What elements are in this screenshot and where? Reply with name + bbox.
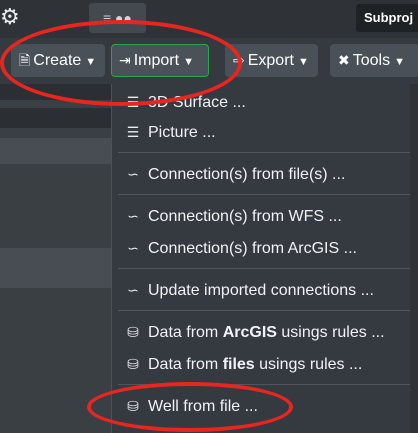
menu-item-label: Connection(s) from file(s) ...: [148, 166, 346, 183]
menu-item-label-bold: ArcGIS: [222, 324, 277, 341]
menu-divider: [118, 268, 410, 269]
left-panel: [0, 84, 111, 433]
scrollbar[interactable]: [410, 84, 418, 433]
menu-divider: [118, 194, 410, 195]
menu-item-label-bold: files: [222, 356, 255, 373]
panel-row: [0, 138, 111, 164]
database-icon: ⛁: [127, 398, 139, 414]
menu-item-connections-from-files[interactable]: ∽ Connection(s) from file(s) ...: [112, 159, 410, 189]
menu-item-label-suffix: usings rules ...: [254, 356, 363, 373]
caret-down-icon: ▼: [297, 56, 309, 68]
menu-divider: [118, 152, 410, 153]
caret-down-icon: ▼: [183, 56, 194, 68]
file-export-icon: ⇨: [233, 52, 245, 68]
tools-icon: ✖: [338, 52, 350, 68]
new-file-icon: 🗎: [19, 52, 31, 68]
create-button[interactable]: 🗎 Create ▼: [11, 44, 105, 77]
menu-item-label-suffix: usings rules ...: [276, 324, 385, 341]
connection-icon: ∽: [127, 240, 139, 256]
create-label: Create: [33, 52, 82, 69]
tools-label: Tools: [352, 52, 391, 69]
caret-down-icon: ▼: [85, 56, 97, 68]
menu-item-label: 3D Surface ...: [148, 94, 246, 111]
menu-item-label-prefix: Data from: [148, 324, 223, 341]
file-import-icon: ⇥: [119, 52, 131, 68]
connection-icon: ∽: [127, 282, 139, 298]
layers-icon: ☰: [126, 124, 140, 140]
panel-strip: [0, 84, 111, 100]
export-label: Export: [247, 52, 294, 69]
menu-item-label: Well from file ...: [148, 398, 258, 415]
gear-icon[interactable]: ⚙: [0, 4, 22, 30]
menu-item-update-imported-connections[interactable]: ∽ Update imported connections ...: [112, 275, 410, 305]
panel-strip: [0, 108, 111, 128]
connection-icon: ∽: [127, 166, 139, 182]
caret-down-icon: ▼: [394, 56, 405, 68]
menu-item-label: Connection(s) from ArcGIS ...: [148, 240, 357, 257]
tools-button[interactable]: ✖ Tools ▼: [330, 44, 418, 77]
import-dropdown-menu: ☰ 3D Surface ... ☰ Picture ... ∽ Connection…: [111, 84, 410, 433]
menu-divider: [118, 310, 410, 311]
users-button[interactable]: ≡ ●●: [89, 3, 146, 33]
menu-item-picture[interactable]: ☰ Picture ...: [112, 117, 410, 147]
menu-item-label: Connection(s) from WFS ...: [148, 208, 342, 225]
panel-row: [0, 248, 111, 288]
export-button[interactable]: ⇨ Export ▼: [225, 44, 318, 77]
menu-item-label: Picture ...: [148, 124, 216, 141]
database-icon: ⛁: [127, 324, 139, 340]
menu-item-data-from-arcgis[interactable]: ⛁ Data from ArcGIS usings rules ...: [112, 317, 410, 347]
subproject-button[interactable]: Subproj: [356, 4, 418, 32]
import-button[interactable]: ⇥ Import ▼: [111, 44, 209, 77]
menu-item-3d-surface[interactable]: ☰ 3D Surface ...: [112, 87, 410, 117]
menu-item-well-from-file[interactable]: ⛁ Well from file ...: [112, 391, 410, 421]
menu-divider: [118, 384, 410, 385]
menu-item-connections-from-arcgis[interactable]: ∽ Connection(s) from ArcGIS ...: [112, 233, 410, 263]
connection-icon: ∽: [127, 208, 139, 224]
menu-item-label-prefix: Data from: [148, 356, 223, 373]
database-icon: ⛁: [127, 356, 139, 372]
menu-item-data-from-files[interactable]: ⛁ Data from files usings rules ...: [112, 349, 410, 379]
users-icon: ≡ ●●: [103, 10, 132, 26]
menu-item-label: Update imported connections ...: [148, 282, 374, 299]
menu-item-connections-from-wfs[interactable]: ∽ Connection(s) from WFS ...: [112, 201, 410, 231]
import-label: Import: [133, 52, 180, 69]
layers-icon: ☰: [126, 94, 140, 110]
